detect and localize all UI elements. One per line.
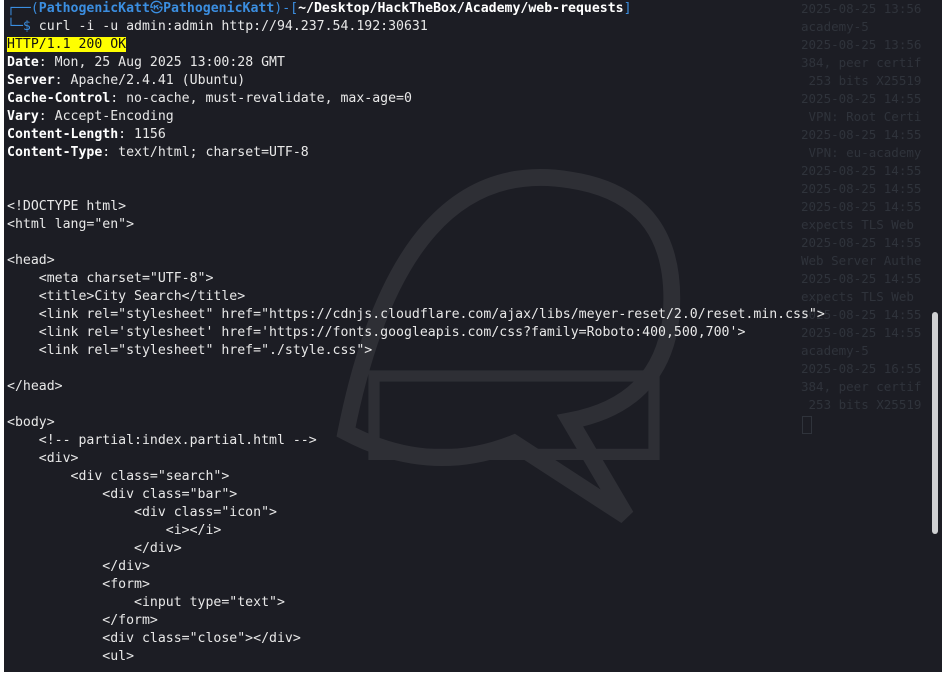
prompt-user: PathogenicKatt	[38, 1, 150, 16]
header-value: text/html; charset=UTF-8	[118, 145, 309, 160]
html-source-line: <div class="icon">	[7, 505, 277, 520]
html-source-line: <!-- partial:index.partial.html -->	[7, 433, 317, 448]
header-separator: :	[38, 109, 55, 124]
html-source-line	[7, 180, 907, 198]
html-source-line: <link rel="stylesheet" href="./style.css…	[7, 343, 373, 358]
header-value: 1156	[134, 127, 166, 142]
prompt-corner: ┌──(	[7, 1, 39, 16]
terminal-window[interactable]: 2025-08-25 13:56 academy-5 2025-08-25 13:5…	[4, 0, 942, 672]
http-header-line: Cache-Control: no-cache, must-revalidate…	[7, 90, 907, 108]
terminal-output: ┌──(PathogenicKatt㉿PathogenicKatt)-[~/De…	[7, 0, 907, 666]
html-source-line: <form>	[7, 577, 150, 592]
html-source-line: <div class="search">	[7, 469, 230, 484]
http-body: <!DOCTYPE html> <html lang="en"> <head> <m…	[7, 162, 907, 666]
html-source-line: <ul>	[7, 649, 135, 664]
header-key: Content-Length	[7, 127, 119, 142]
html-source-line: <body>	[7, 415, 55, 430]
header-value: Mon, 25 Aug 2025 13:00:28 GMT	[54, 55, 285, 70]
header-separator: :	[38, 55, 55, 70]
http-status: HTTP/1.1 200 OK	[7, 37, 127, 52]
http-header-line: Date: Mon, 25 Aug 2025 13:00:28 GMT	[7, 54, 907, 72]
http-header-line: Content-Type: text/html; charset=UTF-8	[7, 144, 907, 162]
prompt-line-2: └─$ curl -i -u admin:admin http://94.237…	[7, 18, 907, 36]
prompt-bracket-open: )-[	[274, 1, 299, 16]
scrollbar[interactable]	[931, 2, 939, 668]
html-source-line: <i></i>	[7, 523, 222, 538]
window-bottom-edge	[0, 672, 942, 676]
header-key: Content-Type	[7, 145, 103, 160]
scrollbar-thumb[interactable]	[932, 312, 938, 534]
html-source-line: <title>City Search</title>	[7, 289, 246, 304]
html-source-line: </div>	[7, 559, 150, 574]
html-source-line: <div class="bar">	[7, 487, 238, 502]
header-separator: :	[54, 73, 71, 88]
html-source-line: <link rel='stylesheet' href='https://fon…	[7, 325, 746, 340]
html-source-line	[7, 396, 907, 414]
command-text: curl -i -u admin:admin http://94.237.54.…	[38, 19, 428, 34]
header-value: Accept-Encoding	[54, 109, 174, 124]
http-header-line: Server: Apache/2.4.41 (Ubuntu)	[7, 72, 907, 90]
prompt-path: ~/Desktop/HackTheBox/Academy/web-request…	[298, 1, 624, 16]
header-value: Apache/2.4.41 (Ubuntu)	[70, 73, 246, 88]
html-source-line: <!DOCTYPE html>	[7, 199, 127, 214]
prompt-bracket-close: ]	[623, 1, 632, 16]
skull-icon: ㉿	[149, 1, 164, 16]
html-source-line: <input type="text">	[7, 595, 285, 610]
http-header-line: Content-Length: 1156	[7, 126, 907, 144]
header-value: no-cache, must-revalidate, max-age=0	[126, 91, 412, 106]
prompt-host: PathogenicKatt	[163, 1, 275, 16]
html-source-line: <link rel="stylesheet" href="https://cdn…	[7, 307, 825, 322]
html-source-line: <html lang="en">	[7, 217, 135, 232]
html-source-line: <meta charset="UTF-8">	[7, 271, 214, 286]
html-source-line: </div>	[7, 541, 182, 556]
http-header-line: Vary: Accept-Encoding	[7, 108, 907, 126]
prompt-line-1: ┌──(PathogenicKatt㉿PathogenicKatt)-[~/De…	[7, 0, 907, 18]
header-separator: :	[118, 127, 135, 142]
html-source-line	[7, 360, 907, 378]
header-key: Vary	[7, 109, 39, 124]
header-separator: :	[110, 91, 127, 106]
header-separator: :	[102, 145, 119, 160]
html-source-line	[7, 162, 907, 180]
header-key: Date	[7, 55, 39, 70]
html-source-line: <div class="close"></div>	[7, 631, 301, 646]
http-headers: Date: Mon, 25 Aug 2025 13:00:28 GMT Serve…	[7, 54, 907, 162]
http-status-line: HTTP/1.1 200 OK	[7, 36, 907, 54]
header-key: Cache-Control	[7, 91, 111, 106]
html-source-line: <div>	[7, 451, 79, 466]
html-source-line: </head>	[7, 379, 63, 394]
prompt-arrow: └─$	[7, 19, 39, 34]
header-key: Server	[7, 73, 55, 88]
html-source-line: <head>	[7, 253, 55, 268]
html-source-line: </form>	[7, 613, 158, 628]
html-source-line	[7, 234, 907, 252]
